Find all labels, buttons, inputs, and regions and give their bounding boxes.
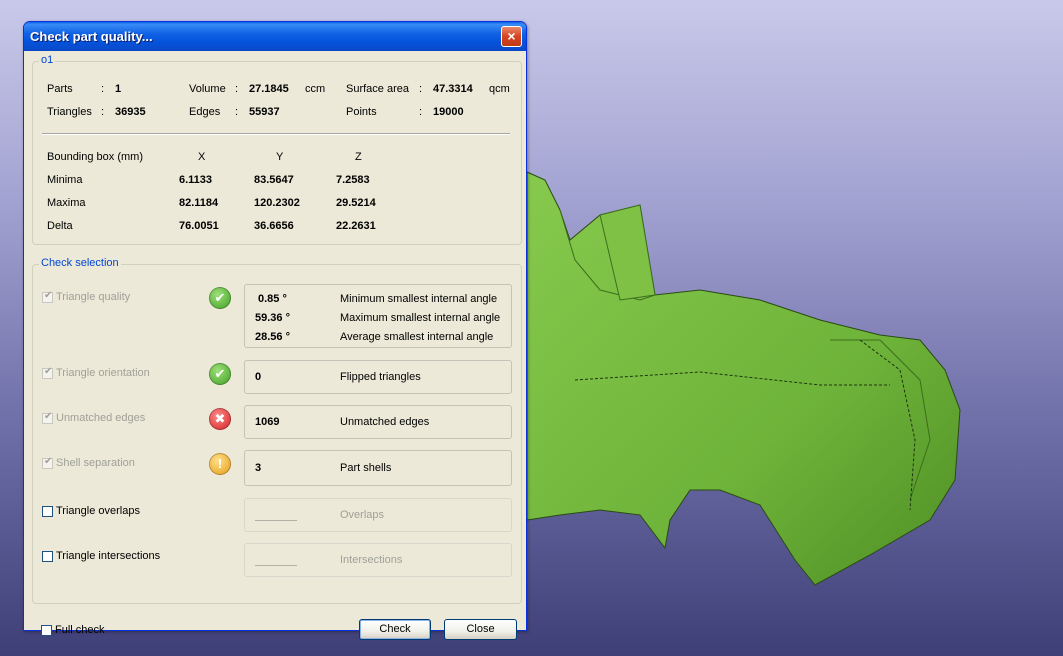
triangle-intersections-result: Intersections (244, 543, 512, 577)
parts-value: 1 (115, 83, 122, 95)
bbox-minima-x: 6.1133 (179, 174, 213, 186)
surface-area-unit: qcm (489, 83, 510, 95)
close-icon: × (507, 28, 516, 44)
min-angle-value: 0.85 ° (258, 293, 287, 305)
check-icon: ✔ (44, 411, 53, 422)
parts-label: Parts (47, 83, 73, 95)
edges-value: 55937 (249, 106, 280, 118)
part-name: o1 (39, 54, 56, 66)
bounding-box-header: Bounding box (mm) (47, 151, 143, 163)
check-selection-label: Check selection (39, 257, 121, 269)
bbox-delta-x: 76.0051 (179, 220, 219, 232)
colon: : (101, 106, 105, 118)
volume-unit: ccm (305, 83, 326, 95)
check-icon: ✔ (44, 456, 53, 467)
bbox-col-z: Z (355, 151, 362, 163)
unmatched-edges-desc: Unmatched edges (340, 416, 430, 428)
shell-separation-label: Shell separation (56, 457, 135, 469)
triangle-overlaps-checkbox[interactable] (42, 506, 53, 517)
triangle-quality-label: Triangle quality (56, 291, 131, 303)
surface-area-value: 47.3314 (433, 83, 473, 95)
bbox-maxima-x: 82.1184 (179, 197, 219, 209)
bbox-row-label: Minima (47, 174, 83, 186)
volume-label: Volume (189, 83, 226, 95)
ok-status-icon: ✔ (209, 287, 231, 309)
stats-divider (42, 133, 510, 135)
bbox-col-x: X (198, 151, 206, 163)
triangles-label: Triangles (47, 106, 92, 118)
avg-angle-desc: Average smallest internal angle (340, 331, 494, 343)
check-part-quality-dialog: Check part quality... × o1 Parts : 1 Vol… (23, 21, 527, 640)
edges-label: Edges (189, 106, 221, 118)
triangle-overlaps-result: Overlaps (244, 498, 512, 532)
surface-area-label: Surface area (346, 83, 409, 95)
points-value: 19000 (433, 106, 464, 118)
bbox-maxima-z: 29.5214 (336, 197, 376, 209)
check-icon: ✔ (44, 290, 53, 301)
part-shells-value: 3 (255, 462, 262, 474)
shell-separation-result: 3 Part shells (244, 450, 512, 486)
title-bar[interactable]: Check part quality... × (24, 22, 526, 51)
triangle-orientation-result: 0 Flipped triangles (244, 360, 512, 394)
check-button[interactable]: Check (359, 619, 431, 640)
unmatched-edges-result: 1069 Unmatched edges (244, 405, 512, 439)
bbox-col-y: Y (276, 151, 284, 163)
window-title: Check part quality... (30, 29, 153, 44)
close-window-button[interactable]: × (501, 26, 522, 47)
max-angle-desc: Maximum smallest internal angle (340, 312, 501, 324)
check-selection-group: Check selection ✔ Triangle quality ✔ 0.8… (32, 257, 522, 604)
dialog-client: o1 Parts : 1 Volume : 27.1845 ccm Surfac… (27, 51, 523, 640)
close-button[interactable]: Close (444, 619, 517, 640)
triangle-orientation-label: Triangle orientation (56, 367, 150, 379)
volume-value: 27.1845 (249, 83, 289, 95)
empty-value-placeholder (255, 565, 297, 566)
error-status-icon: ✖ (209, 408, 231, 430)
triangle-intersections-checkbox[interactable] (42, 551, 53, 562)
triangle-quality-result: 0.85 ° Minimum smallest internal angle 5… (244, 284, 512, 348)
unmatched-edges-label: Unmatched edges (56, 412, 146, 424)
min-angle-desc: Minimum smallest internal angle (340, 293, 498, 305)
triangle-orientation-checkbox[interactable]: ✔ (42, 366, 53, 379)
flipped-triangles-value: 0 (255, 371, 262, 383)
unmatched-edges-checkbox[interactable]: ✔ (42, 411, 53, 424)
bbox-minima-y: 83.5647 (254, 174, 294, 186)
points-label: Points (346, 106, 377, 118)
triangle-quality-checkbox[interactable]: ✔ (42, 290, 53, 303)
check-icon: ✔ (44, 366, 53, 377)
overlaps-desc: Overlaps (340, 509, 385, 521)
bbox-delta-y: 36.6656 (254, 220, 294, 232)
triangle-overlaps-label: Triangle overlaps (56, 505, 140, 517)
part-stats-group: o1 Parts : 1 Volume : 27.1845 ccm Surfac… (32, 54, 522, 245)
avg-angle-value: 28.56 ° (255, 331, 290, 343)
part-shells-desc: Part shells (340, 462, 392, 474)
colon: : (235, 83, 239, 95)
triangle-intersections-label: Triangle intersections (56, 550, 161, 562)
unmatched-edges-value: 1069 (255, 416, 280, 428)
shell-separation-checkbox[interactable]: ✔ (42, 456, 53, 469)
colon: : (419, 106, 423, 118)
bbox-minima-z: 7.2583 (336, 174, 370, 186)
ok-status-icon: ✔ (209, 363, 231, 385)
bbox-maxima-y: 120.2302 (254, 197, 300, 209)
colon: : (101, 83, 105, 95)
flipped-triangles-desc: Flipped triangles (340, 371, 421, 383)
triangles-value: 36935 (115, 106, 146, 118)
warning-status-icon: ! (209, 453, 231, 475)
full-check-checkbox[interactable] (41, 625, 52, 636)
bbox-row-label: Maxima (47, 197, 86, 209)
intersections-desc: Intersections (340, 554, 403, 566)
full-check-label: Full check (55, 624, 105, 636)
bbox-delta-z: 22.2631 (336, 220, 376, 232)
bbox-row-label: Delta (47, 220, 73, 232)
empty-value-placeholder (255, 520, 297, 521)
max-angle-value: 59.36 ° (255, 312, 290, 324)
colon: : (419, 83, 423, 95)
colon: : (235, 106, 239, 118)
